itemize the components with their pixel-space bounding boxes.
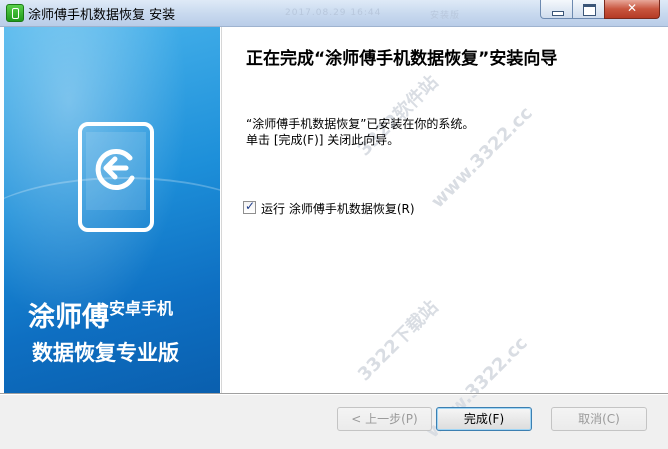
title-faded-text: 2017.08.29 16:44 xyxy=(285,8,382,18)
run-app-label[interactable]: 运行 涂师傅手机数据恢复(R) xyxy=(261,200,415,217)
window-title: 涂师傅手机数据恢复 安装 xyxy=(28,8,176,23)
watermark: 3322下载站 xyxy=(353,296,443,386)
banner-subtitle: 安卓手机 xyxy=(109,299,174,318)
banner-divider xyxy=(221,27,222,393)
message-line-1: “涂师傅手机数据恢复”已安装在你的系统。 xyxy=(246,117,475,131)
message-line-2: 单击 [完成(F)] 关闭此向导。 xyxy=(246,133,400,147)
page-title: 正在完成“涂师傅手机数据恢复”安装向导 xyxy=(246,49,558,69)
minimize-button[interactable] xyxy=(540,0,573,19)
side-banner: 涂师傅安卓手机 数据恢复专业版 xyxy=(4,27,220,393)
banner-edition: 数据恢复专业版 xyxy=(32,341,179,365)
phone-icon xyxy=(78,122,154,232)
wizard-content: 涂师傅安卓手机 数据恢复专业版 3322软件站 www.3322.cc 3322… xyxy=(0,27,668,442)
title-faded-text-2: 安装版 xyxy=(430,11,461,21)
title-bar[interactable]: 涂师傅手机数据恢复 安装 2017.08.29 16:44 安装版 xyxy=(0,0,668,27)
back-button[interactable]: < 上一步(P) xyxy=(337,407,432,431)
app-icon xyxy=(6,4,24,22)
maximize-button[interactable] xyxy=(572,0,605,19)
run-app-checkbox[interactable] xyxy=(243,199,256,214)
banner-brand: 涂师傅 xyxy=(28,302,109,333)
footer-separator-highlight xyxy=(0,394,668,395)
completion-message: “涂师傅手机数据恢复”已安装在你的系统。 单击 [完成(F)] 关闭此向导。 xyxy=(246,116,636,148)
cancel-button[interactable]: 取消(C) xyxy=(551,407,647,431)
close-button[interactable] xyxy=(604,0,660,19)
banner-product-name: 涂师傅安卓手机 xyxy=(28,295,173,334)
back-arrow-icon xyxy=(95,149,135,190)
finish-button[interactable]: 完成(F) xyxy=(436,407,532,431)
